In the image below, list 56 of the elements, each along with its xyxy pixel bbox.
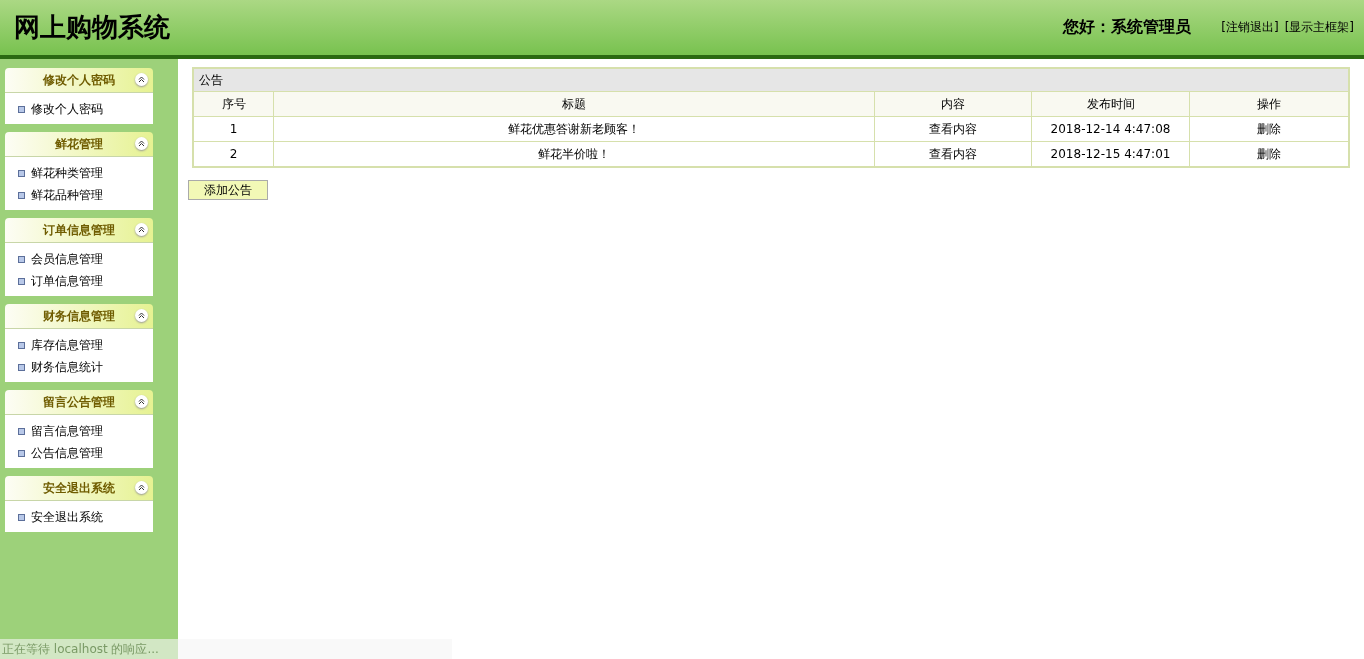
column-header: 操作	[1189, 91, 1349, 117]
section-title: 修改个人密码	[43, 71, 115, 89]
column-header: 序号	[193, 91, 274, 117]
menu-item[interactable]: 安全退出系统	[18, 506, 153, 528]
delete-link[interactable]: 删除	[1257, 121, 1281, 136]
bullet-icon	[18, 341, 25, 349]
column-header: 发布时间	[1031, 91, 1190, 117]
section-header[interactable]: 财务信息管理	[5, 304, 153, 329]
collapse-icon[interactable]	[135, 223, 148, 236]
bullet-icon	[18, 255, 25, 263]
view-link[interactable]: 查看内容	[929, 121, 977, 136]
menu-item[interactable]: 订单信息管理	[18, 270, 153, 292]
site-title: 网上购物系统	[14, 11, 171, 44]
status-bar: 正在等待 localhost 的响应...	[0, 639, 452, 659]
bullet-icon	[18, 427, 25, 435]
table-cell: 鲜花优惠答谢新老顾客！	[273, 116, 875, 142]
menu-item[interactable]: 库存信息管理	[18, 334, 153, 356]
menu-item[interactable]: 鲜花品种管理	[18, 184, 153, 206]
section-header[interactable]: 安全退出系统	[5, 476, 153, 501]
menu-item[interactable]: 鲜花种类管理	[18, 162, 153, 184]
bullet-icon	[18, 277, 25, 285]
column-header: 内容	[874, 91, 1032, 117]
column-header: 标题	[273, 91, 875, 117]
panel-title: 公告	[193, 68, 1349, 92]
view-link[interactable]: 查看内容	[929, 146, 977, 161]
greeting: 您好：系统管理员	[1063, 17, 1192, 38]
section-title: 鲜花管理	[55, 135, 103, 153]
bullet-icon	[18, 169, 25, 177]
collapse-icon[interactable]	[135, 309, 148, 322]
section-header[interactable]: 鲜花管理	[5, 132, 153, 157]
section-header[interactable]: 留言公告管理	[5, 390, 153, 415]
collapse-icon[interactable]	[135, 395, 148, 408]
delete-link[interactable]: 删除	[1257, 146, 1281, 161]
section-header[interactable]: 修改个人密码	[5, 68, 153, 93]
header-link[interactable]: [注销退出]	[1221, 19, 1279, 36]
section-header[interactable]: 订单信息管理	[5, 218, 153, 243]
bullet-icon	[18, 363, 25, 371]
header-link[interactable]: [显示主框架]	[1284, 19, 1354, 36]
bullet-icon	[18, 105, 25, 113]
section-title: 财务信息管理	[43, 307, 115, 325]
menu-item[interactable]: 留言信息管理	[18, 420, 153, 442]
collapse-icon[interactable]	[135, 73, 148, 86]
collapse-icon[interactable]	[135, 481, 148, 494]
bullet-icon	[18, 513, 25, 521]
menu-item[interactable]: 修改个人密码	[18, 98, 153, 120]
menu-item[interactable]: 财务信息统计	[18, 356, 153, 378]
table-cell: 1	[193, 116, 274, 142]
section-title: 订单信息管理	[43, 221, 115, 239]
section-title: 留言公告管理	[43, 393, 115, 411]
menu-item[interactable]: 公告信息管理	[18, 442, 153, 464]
collapse-icon[interactable]	[135, 137, 148, 150]
menu-item[interactable]: 会员信息管理	[18, 248, 153, 270]
section-title: 安全退出系统	[43, 479, 115, 497]
add-button[interactable]: 添加公告	[188, 180, 268, 200]
bullet-icon	[18, 191, 25, 199]
bullet-icon	[18, 449, 25, 457]
